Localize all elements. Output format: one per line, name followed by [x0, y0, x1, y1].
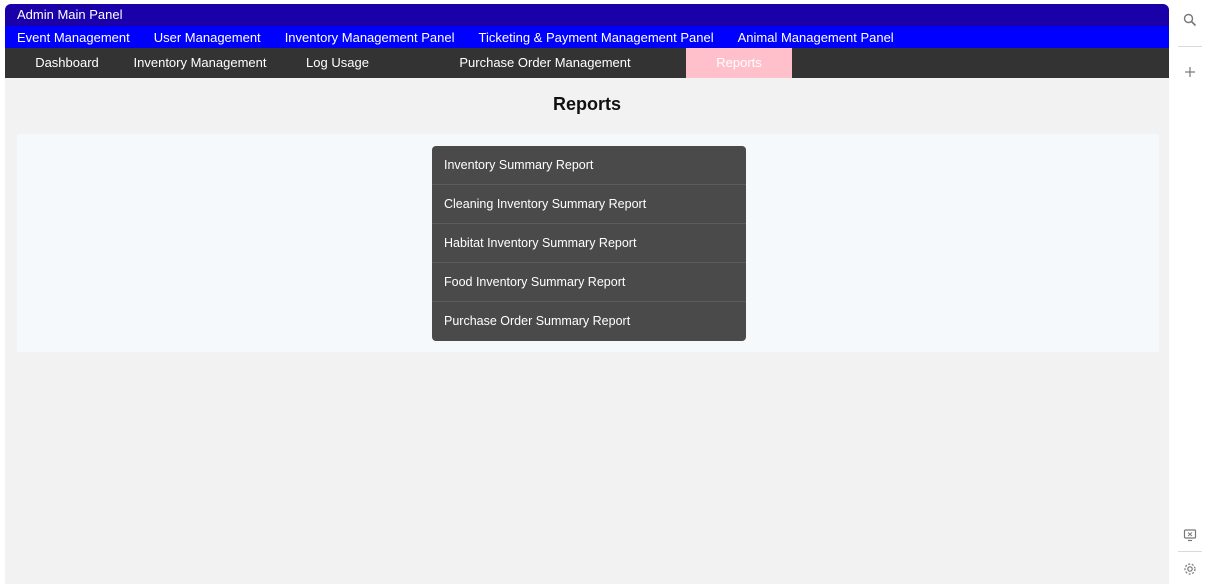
- report-link-food-inventory-summary[interactable]: Food Inventory Summary Report: [432, 263, 746, 302]
- report-link-habitat-inventory-summary[interactable]: Habitat Inventory Summary Report: [432, 224, 746, 263]
- screen-share-icon[interactable]: [1180, 525, 1200, 545]
- tab-inventory-management[interactable]: Inventory Management: [129, 48, 271, 78]
- page-title: Reports: [552, 94, 621, 114]
- tab-log-usage[interactable]: Log Usage: [271, 48, 404, 78]
- sidebar-divider: [1178, 551, 1202, 552]
- report-link-purchase-order-summary[interactable]: Purchase Order Summary Report: [432, 302, 746, 341]
- panel-nav: Event Management User Management Invento…: [5, 26, 1169, 48]
- report-link-cleaning-inventory-summary[interactable]: Cleaning Inventory Summary Report: [432, 185, 746, 224]
- panel-nav-animal-management-panel[interactable]: Animal Management Panel: [738, 30, 894, 45]
- report-link-inventory-summary[interactable]: Inventory Summary Report: [432, 146, 746, 185]
- panel-nav-ticketing-payment-panel[interactable]: Ticketing & Payment Management Panel: [479, 30, 714, 45]
- panel-nav-event-management[interactable]: Event Management: [17, 30, 130, 45]
- report-section: Inventory Summary Report Cleaning Invent…: [17, 134, 1159, 352]
- search-icon[interactable]: [1180, 10, 1200, 30]
- panel-nav-inventory-management-panel[interactable]: Inventory Management Panel: [285, 30, 455, 45]
- browser-sidebar: [1175, 0, 1205, 587]
- sub-nav: Dashboard Inventory Management Log Usage…: [5, 48, 1169, 78]
- tab-purchase-order-management[interactable]: Purchase Order Management: [404, 48, 686, 78]
- tab-reports[interactable]: Reports: [686, 48, 792, 78]
- report-menu: Inventory Summary Report Cleaning Invent…: [432, 146, 746, 341]
- panel-nav-user-management[interactable]: User Management: [154, 30, 261, 45]
- app-window: Admin Main Panel Event Management User M…: [5, 4, 1169, 584]
- sidebar-divider: [1178, 46, 1202, 47]
- plus-icon[interactable]: [1180, 62, 1200, 82]
- app-title: Admin Main Panel: [5, 4, 1169, 26]
- tab-dashboard[interactable]: Dashboard: [5, 48, 129, 78]
- settings-icon[interactable]: [1180, 559, 1200, 579]
